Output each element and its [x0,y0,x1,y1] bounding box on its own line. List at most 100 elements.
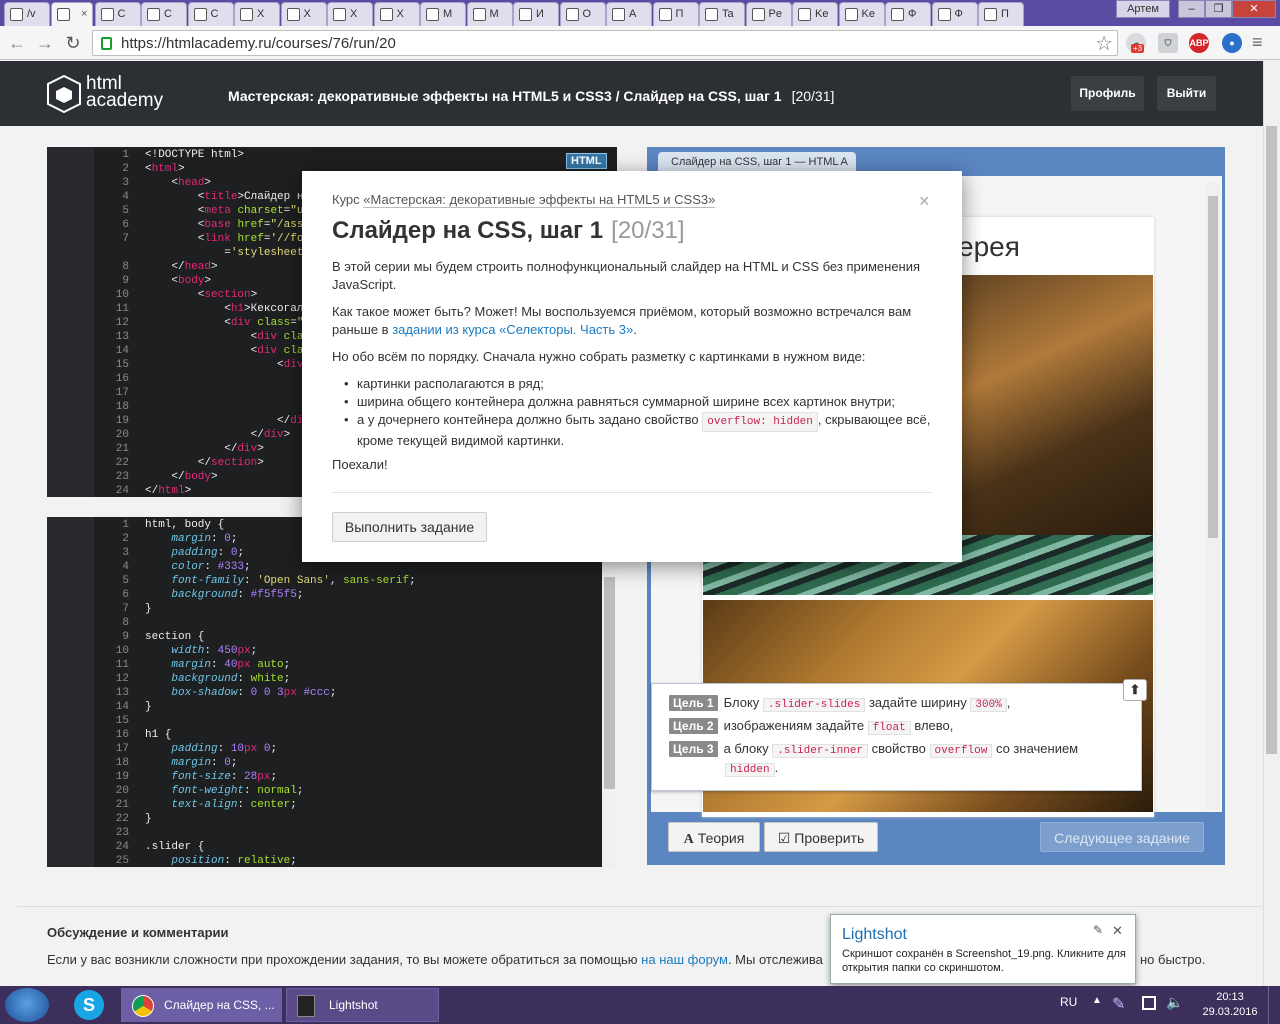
minimize-button[interactable]: – [1178,0,1205,18]
taskbar-lightshot-item[interactable]: Lightshot [286,988,439,1022]
browser-tab[interactable]: И [513,2,559,26]
address-bar[interactable]: https://htmlacademy.ru/courses/76/run/20… [92,30,1118,56]
browser-tab[interactable]: Ф [885,2,931,26]
adblock-icon[interactable]: ABP [1189,33,1209,53]
tab-close-icon[interactable]: × [81,8,87,20]
lightshot-notification[interactable]: Lightshot ✎ ✕ Скриншот сохранён в Screen… [830,914,1136,984]
line-number: 9 [122,275,129,287]
line-number: 17 [115,387,129,399]
tab-favicon-icon [844,8,858,21]
shield-extension-icon[interactable]: ⛉ [1158,33,1178,53]
tab-label: X [350,8,358,20]
tab-favicon-icon [426,8,439,21]
show-desktop-button[interactable] [1268,986,1280,1024]
browser-tab[interactable]: Pe [745,2,792,26]
close-window-button[interactable]: ✕ [1232,0,1276,18]
skype-icon[interactable]: S [74,990,104,1020]
browser-tab[interactable]: M [466,2,513,26]
taskbar-chrome-item[interactable]: Слайдер на CSS, ... [121,988,282,1022]
line-number: 19 [115,415,129,427]
goal-2-tag: Цель 2 [669,718,718,734]
logout-button[interactable]: Выйти [1157,76,1216,111]
css-editor-scroll-thumb[interactable] [604,577,615,789]
modal-course-link[interactable]: «Мастерская: декоративные эффекты на HTM… [363,192,716,208]
modal-p2-end: . [633,322,637,337]
back-icon[interactable]: ← [6,32,28,54]
line-number: 11 [115,303,129,315]
chrome-icon [132,995,154,1017]
htmlacademy-logo-icon[interactable] [47,75,81,113]
browser-tab[interactable]: M [420,2,466,26]
clock-date: 29.03.2016 [1202,1006,1258,1018]
check-button[interactable]: ☑ Проверить [764,822,878,852]
logo-text[interactable]: html academy [86,74,163,110]
network-icon[interactable] [1142,996,1156,1010]
browser-tab[interactable]: × [50,2,93,26]
globe-extension-icon[interactable]: ● [1222,33,1242,53]
page-scroll-thumb[interactable] [1266,126,1277,754]
browser-tab[interactable]: C [94,2,141,26]
browser-tab[interactable]: O [559,2,606,26]
tab-label: M [443,8,453,20]
browser-tab[interactable]: П [978,2,1024,26]
modal-title-text: Слайдер на CSS, шаг 1 [332,217,604,244]
bookmark-star-icon[interactable]: ☆ [1095,31,1113,56]
css-code[interactable]: html, body { margin: 0; padding: 0; colo… [145,518,416,867]
selectors-course-link[interactable]: задании из курса «Селекторы. Часть 3» [392,322,633,337]
line-number: 14 [115,701,129,713]
line-number: 22 [115,813,129,825]
start-button[interactable] [5,988,49,1022]
browser-tab[interactable]: Ta [699,2,745,26]
breadcrumb-text[interactable]: Мастерская: декоративные эффекты на HTML… [228,88,782,104]
language-indicator[interactable]: RU [1060,995,1077,1009]
reload-icon[interactable]: ↻ [62,32,84,54]
line-number: 20 [115,785,129,797]
line-number: 13 [115,331,129,343]
tab-label: A [629,8,637,20]
chrome-menu-icon[interactable]: ≡ [1252,32,1263,53]
modal-li3-text: а у дочернего контейнера должно быть зад… [357,412,699,427]
next-task-button[interactable]: Следующее задание [1040,822,1204,852]
line-number: 12 [115,673,129,685]
goal-3-prop: overflow [929,744,993,758]
clock[interactable]: 20:13 29.03.2016 [1200,990,1260,1020]
browser-tab[interactable]: C [141,2,187,26]
forward-icon[interactable]: → [34,32,56,54]
maximize-button[interactable]: ❐ [1205,0,1232,18]
tab-label: M [489,8,499,20]
browser-tab[interactable]: Ke [838,2,885,26]
browser-tab[interactable]: Ke [792,2,838,26]
css-editor[interactable]: 1 2 3 4 5 6 7 8 9 10 11 12 13 14 15 16 17 18 19 20 21 22 23 24 2… [47,517,617,867]
browser-tab[interactable]: C [187,2,234,26]
browser-tab[interactable]: X [280,2,327,26]
forum-link[interactable]: на наш форум [641,952,728,967]
profile-button[interactable]: Профиль [1071,76,1144,111]
browser-tab[interactable]: /v [4,2,50,26]
browser-tab[interactable]: П [652,2,699,26]
browser-user-button[interactable]: Артем [1116,0,1170,18]
goal-1: Цель 1 Блоку .slider-slides задайте ширин… [669,695,1010,712]
modal-close-icon[interactable]: × [919,191,930,212]
browser-tab[interactable]: Ф [931,2,978,26]
goal-3: Цель 3 а блоку .slider-inner свойство ove… [669,741,1078,758]
browser-tab[interactable]: X [373,2,420,26]
line-number: 16 [115,729,129,741]
goal-3-value: hidden [725,763,775,777]
tab-favicon-icon [891,8,904,21]
preview-scroll-thumb[interactable] [1208,196,1218,538]
pin-icon[interactable]: ✎ [1093,923,1103,937]
windows-taskbar: S Слайдер на CSS, ... Lightshot RU ▲ ✎ 🔈… [0,986,1280,1024]
browser-tab[interactable]: X [327,2,373,26]
tab-favicon-icon [56,8,70,21]
browser-tab[interactable]: X [234,2,280,26]
volume-icon[interactable]: 🔈 [1166,994,1183,1011]
lightshot-tray-icon[interactable]: ✎ [1112,994,1125,1014]
close-icon[interactable]: ✕ [1112,923,1123,939]
theory-button[interactable]: A Теория [668,822,760,852]
tray-arrow-icon[interactable]: ▲ [1092,995,1102,1006]
tab-favicon-icon [240,8,253,21]
collapse-goals-icon[interactable]: ⬆ [1123,679,1147,701]
line-number: 18 [115,401,129,413]
browser-tab[interactable]: A [606,2,652,26]
start-task-button[interactable]: Выполнить задание [332,512,487,542]
